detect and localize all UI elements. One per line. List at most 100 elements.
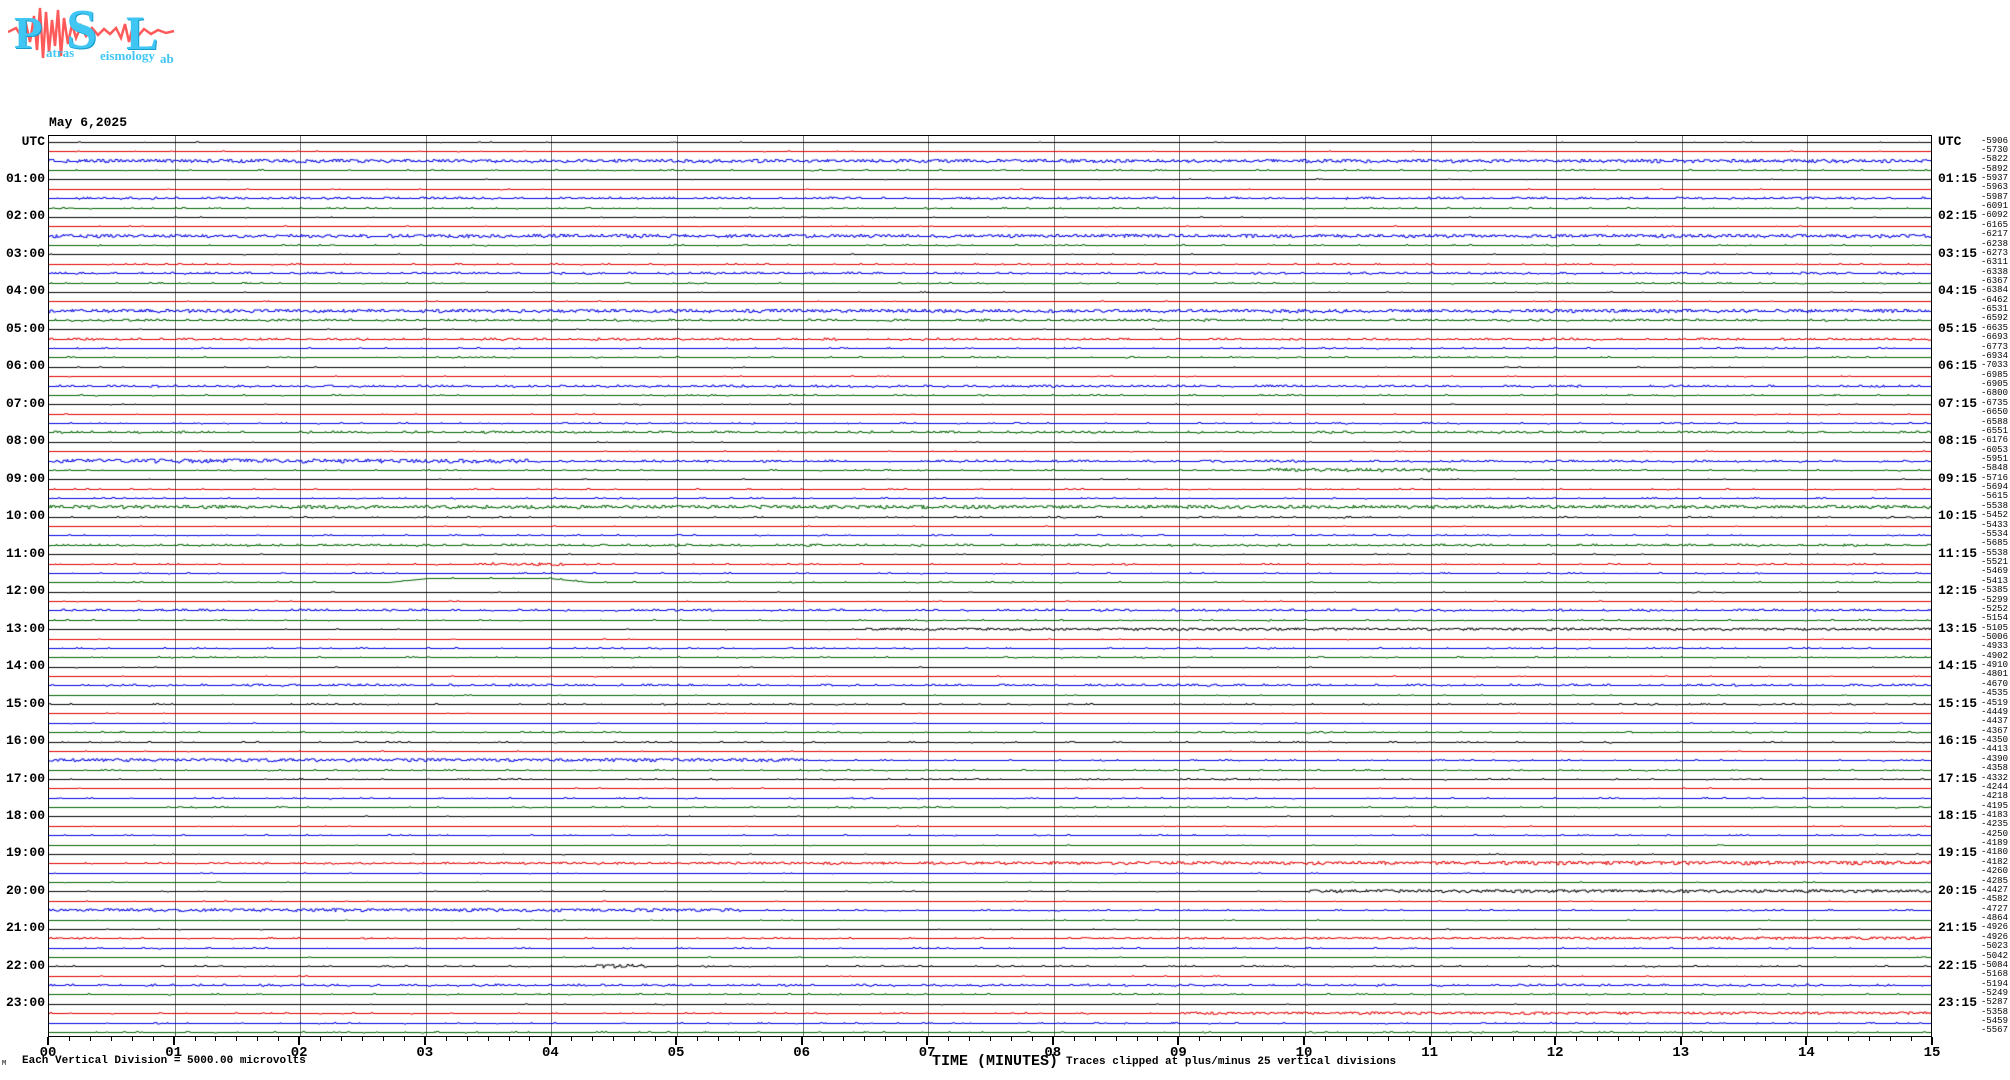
x-minor-tick — [1409, 1037, 1410, 1041]
trace-offset-value: -5287 — [1980, 997, 2008, 1008]
x-minor-tick — [592, 1037, 593, 1041]
x-major-tick — [675, 1037, 677, 1045]
x-major-tick — [1177, 1037, 1180, 1045]
x-minor-tick — [1765, 1037, 1766, 1041]
utc-label-left: UTC — [21, 133, 45, 149]
x-minor-tick — [1346, 1037, 1347, 1041]
x-minor-tick — [1911, 1037, 1912, 1041]
x-minor-tick — [488, 1037, 489, 1041]
x-minor-tick — [1116, 1037, 1117, 1041]
x-minor-tick — [529, 1037, 530, 1041]
x-minor-tick — [1576, 1037, 1577, 1041]
x-minor-tick — [278, 1037, 279, 1041]
trace-offset-value: -5154 — [1980, 613, 2008, 624]
x-minor-tick — [1283, 1037, 1284, 1041]
x-minor-tick — [1157, 1037, 1158, 1041]
x-minor-tick — [1660, 1037, 1661, 1041]
x-major-tick — [926, 1037, 929, 1045]
x-minor-tick — [613, 1037, 614, 1041]
x-minor-tick — [195, 1037, 196, 1041]
trace-offset-value: -5963 — [1980, 182, 2008, 193]
x-major-tick — [1303, 1037, 1305, 1045]
x-minor-tick — [718, 1037, 719, 1041]
x-tick-label: 11 — [1421, 1045, 1438, 1061]
trace-offset-value: -4582 — [1980, 894, 2008, 905]
x-minor-tick — [1639, 1037, 1640, 1041]
x-minor-tick — [885, 1037, 886, 1041]
x-minor-tick — [760, 1037, 761, 1041]
left-hour-label: 05:00 — [5, 320, 45, 336]
x-minor-tick — [1262, 1037, 1263, 1041]
x-major-tick — [172, 1037, 175, 1045]
x-minor-tick — [362, 1037, 363, 1041]
x-major-tick — [800, 1037, 803, 1045]
trace-offset-value: -4235 — [1980, 819, 2008, 830]
trace-offset-value: -5168 — [1980, 969, 2008, 980]
left-hour-label: 17:00 — [5, 770, 45, 786]
corner-mark: M — [2, 1060, 7, 1068]
x-minor-tick — [320, 1037, 321, 1041]
left-hour-label: 11:00 — [5, 545, 45, 561]
trace-offset-value: -4933 — [1980, 641, 2008, 652]
x-minor-tick — [236, 1037, 237, 1041]
x-minor-tick — [739, 1037, 740, 1041]
x-minor-tick — [697, 1037, 698, 1041]
x-tick-label: 14 — [1797, 1045, 1815, 1061]
left-hour-label: 10:00 — [5, 508, 45, 524]
x-tick-label: 15 — [1923, 1045, 1941, 1061]
left-hour-label: 14:00 — [5, 658, 45, 674]
x-minor-tick — [906, 1037, 907, 1041]
left-hour-label: 09:00 — [5, 470, 45, 486]
x-tick-label: 13 — [1672, 1045, 1690, 1061]
x-minor-tick — [1095, 1037, 1096, 1041]
x-minor-tick — [969, 1037, 970, 1041]
left-hour-label: 07:00 — [5, 395, 45, 411]
x-major-tick — [1554, 1037, 1557, 1045]
x-minor-tick — [1744, 1037, 1745, 1041]
x-major-tick — [423, 1037, 426, 1045]
x-minor-tick — [655, 1037, 656, 1041]
left-hour-label: 18:00 — [5, 807, 45, 823]
x-minor-tick — [446, 1037, 447, 1041]
x-minor-tick — [823, 1037, 824, 1041]
x-minor-tick — [1513, 1037, 1514, 1041]
vertical-scale-note: Each Vertical Division = 5000.00 microvo… — [22, 1055, 306, 1067]
x-minor-tick — [1137, 1037, 1138, 1041]
x-major-tick — [1931, 1037, 1933, 1045]
logo-letter-p: P — [14, 7, 43, 58]
left-hour-label: 21:00 — [5, 920, 45, 936]
left-hour-label: 03:00 — [5, 245, 45, 261]
x-minor-tick — [1241, 1037, 1242, 1041]
left-hour-label: 22:00 — [5, 957, 45, 973]
x-minor-tick — [132, 1037, 133, 1041]
x-minor-tick — [1325, 1037, 1326, 1041]
left-hour-label: 13:00 — [5, 620, 45, 636]
x-minor-tick — [1869, 1037, 1870, 1041]
logo-letter-l: L — [126, 7, 159, 60]
trace-offset-value: -5822 — [1980, 154, 2008, 165]
trace-offset-value: -6176 — [1980, 435, 2008, 446]
x-minor-tick — [1618, 1037, 1619, 1041]
x-minor-tick — [1074, 1037, 1075, 1041]
x-minor-tick — [341, 1037, 342, 1041]
x-minor-tick — [990, 1037, 991, 1041]
x-minor-tick — [864, 1037, 865, 1041]
x-major-tick — [1679, 1037, 1682, 1045]
trace-offset-value: -4358 — [1980, 763, 2008, 774]
logo-word-ab: ab — [160, 51, 174, 66]
x-tick-label: 12 — [1546, 1045, 1564, 1061]
x-minor-tick — [1471, 1037, 1472, 1041]
x-major-tick — [298, 1037, 301, 1045]
x-minor-tick — [1451, 1037, 1452, 1041]
x-major-tick — [1428, 1037, 1431, 1045]
trace-offset-value: -4218 — [1980, 791, 2008, 802]
header-date: May 6,2025 — [49, 115, 128, 130]
x-minor-tick — [1534, 1037, 1535, 1041]
logo-letter-s: S — [66, 0, 98, 61]
psl-logo: P atras S eismology L ab — [8, 2, 178, 66]
x-minor-tick — [1702, 1037, 1703, 1041]
x-minor-tick — [843, 1037, 844, 1041]
trace-offset-value: -5023 — [1980, 941, 2008, 952]
x-minor-tick — [571, 1037, 572, 1041]
x-tick-label: 04 — [541, 1045, 559, 1061]
